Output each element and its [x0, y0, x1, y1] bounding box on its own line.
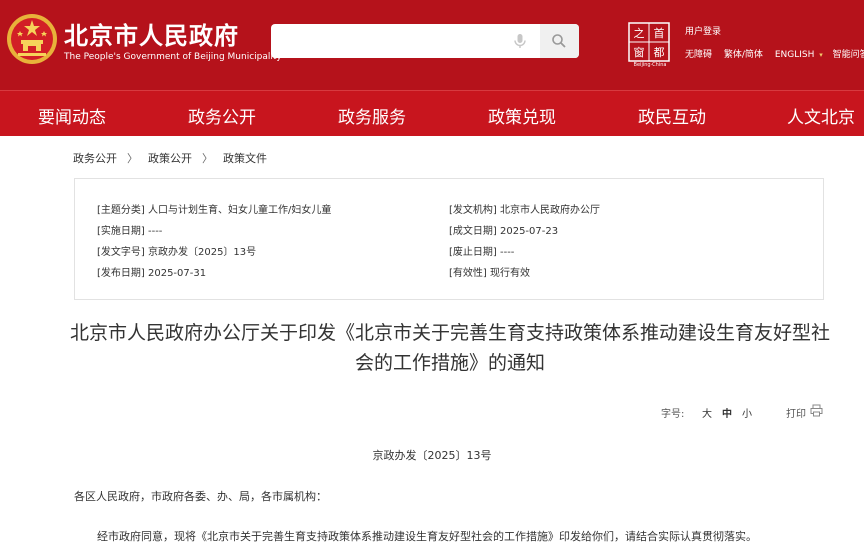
- logo-char-1: 之: [634, 26, 645, 40]
- microphone-icon[interactable]: [510, 31, 530, 51]
- logo-char-4: 都: [654, 46, 665, 59]
- nav-item-news[interactable]: 要闻动态: [38, 103, 106, 128]
- chevron-down-icon[interactable]: ▾: [819, 51, 823, 59]
- meta-effective-date: [实施日期] ----: [97, 226, 163, 237]
- nav-item-gov-affairs[interactable]: 政务公开: [188, 103, 256, 128]
- traditional-simplified-link[interactable]: 繁体/简体: [724, 50, 763, 60]
- nav-item-interaction[interactable]: 政民互动: [638, 103, 706, 128]
- main-nav: 要闻动态 政务公开 政务服务 政策兑现 政民互动 人文北京: [0, 90, 864, 136]
- accessibility-link[interactable]: 无障碍: [685, 50, 712, 60]
- meta-issuer: [发文机构] 北京市人民政府办公厅: [449, 205, 600, 216]
- search-input[interactable]: [271, 24, 505, 58]
- meta-validity: [有效性] 现行有效: [449, 268, 530, 279]
- page-title: 北京市人民政府办公厅关于印发《北京市关于完善生育支持政策体系推动建设生育友好型社…: [70, 322, 831, 374]
- font-medium-button[interactable]: 中: [722, 405, 732, 420]
- national-emblem-icon: [7, 14, 57, 64]
- breadcrumb-separator: 〉: [127, 152, 138, 165]
- logo-caption: Beijing·China: [633, 62, 667, 68]
- logo-char-3: 窗: [634, 45, 645, 59]
- user-login-link[interactable]: 用户登录: [685, 24, 721, 37]
- font-large-button[interactable]: 大: [702, 405, 712, 420]
- print-button[interactable]: 打印: [786, 405, 806, 420]
- smart-qa-link[interactable]: 智能问答: [833, 50, 864, 60]
- font-small-button[interactable]: 小: [742, 405, 752, 420]
- search-button[interactable]: [540, 24, 579, 58]
- recipients-text: 各区人民政府，市政府各委、办、局，各市属机构：: [74, 490, 327, 503]
- font-size-label: 字号:: [661, 409, 685, 420]
- breadcrumb-item[interactable]: 政策文件: [223, 152, 267, 165]
- meta-doc-number: [发文字号] 京政办发〔2025〕13号: [97, 247, 257, 258]
- meta-topic: [主题分类] 人口与计划生育、妇女儿童工作/妇女儿童: [97, 205, 332, 216]
- meta-publish-date: [发布日期] 2025-07-31: [97, 268, 207, 279]
- document-number: 京政办发〔2025〕13号: [372, 449, 492, 462]
- document-metadata: [主题分类] 人口与计划生育、妇女儿童工作/妇女儿童 [发文机构] 北京市人民政…: [74, 178, 824, 300]
- nav-item-policy[interactable]: 政策兑现: [488, 103, 556, 128]
- site-title[interactable]: 北京市人民政府: [64, 16, 239, 51]
- breadcrumb-item[interactable]: 政策公开: [148, 152, 192, 165]
- search-box: [271, 24, 579, 58]
- meta-written-date: [成文日期] 2025-07-23: [449, 226, 559, 237]
- utility-links: 无障碍 繁体/简体 ENGLISH ▾ 智能问答: [685, 47, 864, 60]
- english-link[interactable]: ENGLISH: [775, 50, 815, 60]
- breadcrumb: 政务公开〉政策公开〉政策文件: [73, 150, 267, 166]
- logo-char-2: 首: [654, 26, 665, 40]
- nav-item-services[interactable]: 政务服务: [338, 103, 406, 128]
- site-header: 北京市人民政府 The People's Government of Beiji…: [0, 0, 864, 90]
- nav-item-culture[interactable]: 人文北京: [787, 103, 855, 128]
- breadcrumb-item[interactable]: 政务公开: [73, 152, 117, 165]
- meta-repeal-date: [废止日期] ----: [449, 247, 515, 258]
- site-subtitle: The People's Government of Beijing Munic…: [64, 52, 282, 62]
- body-paragraph: 经市政府同意，现将《北京市关于完善生育支持政策体系推动建设生育友好型社会的工作措…: [97, 530, 757, 543]
- search-icon: [552, 34, 566, 48]
- breadcrumb-separator: 〉: [202, 152, 213, 165]
- print-icon[interactable]: [810, 404, 823, 417]
